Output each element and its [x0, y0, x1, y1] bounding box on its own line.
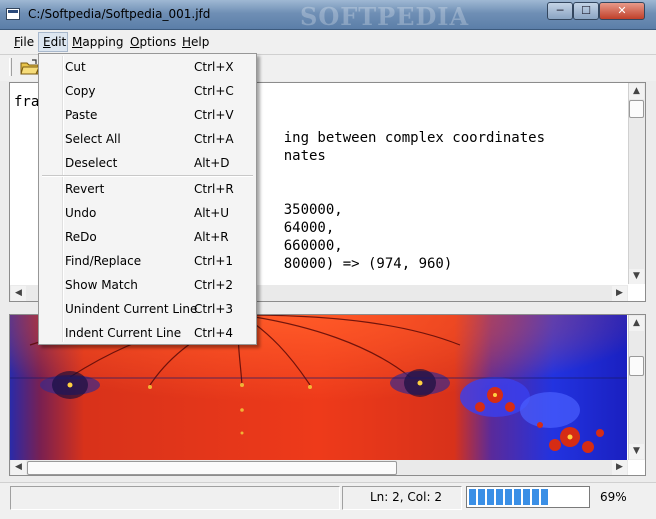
chevron-up-icon[interactable]: ▲	[629, 316, 644, 331]
menu-item-shortcut: Ctrl+A	[194, 132, 234, 146]
fractal-hscroll-thumb[interactable]	[27, 461, 397, 475]
menu-item-shortcut: Ctrl+2	[194, 278, 234, 292]
status-panel-message	[10, 486, 340, 510]
menu-item-shortcut: Ctrl+1	[194, 254, 234, 268]
menu-item-shortcut: Alt+U	[194, 206, 230, 220]
menu-help[interactable]: Help	[182, 35, 209, 49]
editor-vscroll-thumb[interactable]	[629, 100, 644, 118]
menu-item-label: Select All	[65, 132, 121, 146]
progress-bar	[466, 486, 590, 508]
chevron-left-icon[interactable]: ◀	[11, 460, 26, 475]
menu-item-shortcut: Alt+D	[194, 156, 230, 170]
menu-item-label: Paste	[65, 108, 98, 122]
menu-item-label: Revert	[65, 182, 105, 196]
menu-item-label: Find/Replace	[65, 254, 142, 268]
progress-percent: 69%	[600, 490, 627, 504]
menu-item-label: Undo	[65, 206, 97, 220]
chevron-right-icon[interactable]: ▶	[612, 286, 627, 301]
close-icon: ✕	[617, 4, 627, 17]
close-button[interactable]: ✕	[599, 2, 645, 20]
menu-item-shortcut: Ctrl+C	[194, 84, 234, 98]
watermark: SOFTPEDIA	[300, 2, 470, 31]
menu-item-shortcut: Ctrl+4	[194, 326, 234, 340]
chevron-down-icon[interactable]: ▼	[629, 269, 644, 284]
menu-mapping[interactable]: Mapping	[72, 35, 124, 49]
menu-item-shortcut: Ctrl+X	[194, 60, 234, 74]
chevron-down-icon[interactable]: ▼	[629, 444, 644, 459]
fractal-vscroll-thumb[interactable]	[629, 356, 644, 376]
menu-item-shortcut: Ctrl+R	[194, 182, 234, 196]
app-icon[interactable]	[6, 8, 20, 20]
menu-item-label: ReDo	[65, 230, 97, 244]
maximize-button[interactable]: ☐	[573, 2, 599, 20]
chevron-right-icon[interactable]: ▶	[612, 460, 627, 475]
menu-item-shortcut: Alt+R	[194, 230, 229, 244]
maximize-icon: ☐	[581, 4, 591, 17]
chevron-up-icon[interactable]: ▲	[629, 84, 644, 99]
menu-item-label: Unindent Current Line	[65, 302, 198, 316]
menu-item-label: Indent Current Line	[65, 326, 182, 340]
menu-item-shortcut: Ctrl+3	[194, 302, 234, 316]
minimize-icon: ─	[556, 4, 564, 17]
code-line: fra	[14, 94, 40, 110]
minimize-button[interactable]: ─	[547, 2, 573, 20]
progress-fill	[469, 489, 550, 505]
menu-file[interactable]: File	[14, 35, 34, 49]
menu-options[interactable]: Options	[130, 35, 176, 49]
fractal-vscroll[interactable]	[628, 315, 645, 460]
menu-edit[interactable]: Edit	[43, 35, 66, 49]
chevron-left-icon[interactable]: ◀	[11, 286, 26, 301]
window-title: C:/Softpedia/Softpedia_001.jfd	[28, 7, 211, 21]
menu-item-label: Show Match	[65, 278, 138, 292]
menu-item-label: Cut	[65, 60, 86, 74]
menu-item-shortcut: Ctrl+V	[194, 108, 234, 122]
open-folder-icon[interactable]	[20, 59, 40, 75]
menu-item-label: Deselect	[65, 156, 118, 170]
toolbar-grip[interactable]	[9, 58, 12, 76]
menu-item-label: Copy	[65, 84, 96, 98]
cursor-position: Ln: 2, Col: 2	[370, 490, 442, 504]
menu-separator	[42, 175, 253, 177]
